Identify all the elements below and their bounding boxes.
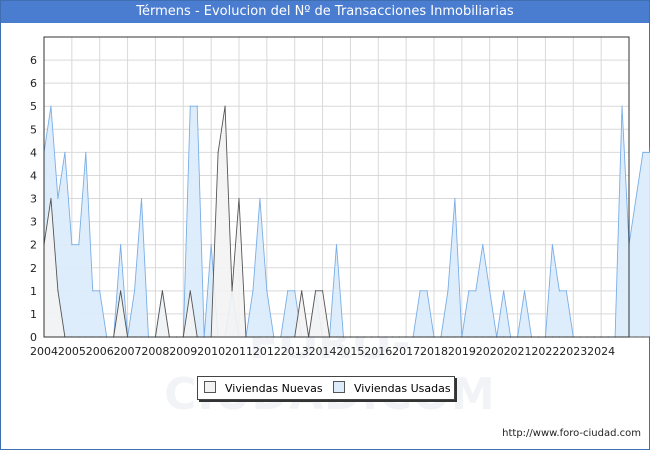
x-tick-label: 2013: [281, 345, 309, 358]
series-usadas-point: [468, 290, 470, 292]
series-usadas-point: [565, 290, 567, 292]
series-nuevas-point: [635, 336, 637, 338]
series-usadas-point: [558, 290, 560, 292]
series-usadas-point: [447, 290, 449, 292]
series-usadas-point: [252, 290, 254, 292]
series-nuevas-point: [57, 290, 59, 292]
series-usadas-point: [71, 244, 73, 246]
series-usadas-point: [99, 290, 101, 292]
x-tick-label: 2023: [559, 345, 587, 358]
series-usadas-point: [92, 290, 94, 292]
x-tick-label: 2014: [309, 345, 337, 358]
x-tick-label: 2019: [448, 345, 476, 358]
x-tick-label: 2007: [114, 345, 142, 358]
legend-swatch-usadas: [333, 381, 345, 393]
series-usadas-point: [294, 290, 296, 292]
y-tick-label: 2: [30, 239, 37, 252]
series-usadas-point: [85, 151, 87, 153]
series-nuevas-point: [231, 290, 233, 292]
y-tick-label: 4: [30, 169, 37, 182]
series-usadas-point: [621, 105, 623, 107]
series-usadas-point: [503, 290, 505, 292]
series-nuevas-point: [321, 290, 324, 292]
series-nuevas-point: [301, 290, 303, 292]
series-usadas-point: [189, 105, 191, 107]
series-usadas-point: [635, 197, 637, 200]
series-usadas-point: [210, 244, 212, 246]
x-tick-label: 2012: [253, 345, 281, 358]
legend-label-nuevas: Viviendas Nuevas: [225, 382, 323, 395]
y-tick-label: 3: [30, 193, 37, 206]
series-usadas-point: [50, 105, 52, 107]
series-usadas-point: [426, 290, 428, 292]
x-tick-label: 2015: [336, 345, 364, 358]
legend-swatch-nuevas: [204, 381, 216, 393]
series-nuevas-point: [238, 197, 240, 200]
series-nuevas-point: [161, 290, 163, 292]
y-tick-label: 1: [30, 285, 37, 298]
series-nuevas-point: [189, 290, 191, 292]
x-tick-label: 2020: [476, 345, 504, 358]
series-usadas-point: [57, 197, 59, 200]
series-nuevas-point: [50, 197, 52, 200]
series-usadas-point: [523, 290, 526, 292]
y-tick-label: 6: [30, 54, 37, 67]
series-usadas-point: [140, 197, 143, 200]
series-usadas-point: [266, 290, 268, 292]
chart-legend: Viviendas Nuevas Viviendas Usadas: [197, 376, 455, 400]
x-tick-label: 2016: [364, 345, 392, 358]
series-usadas-point: [454, 197, 456, 200]
series-nuevas-point: [224, 105, 226, 107]
series-usadas-point: [335, 244, 338, 246]
legend-label-usadas: Viviendas Usadas: [354, 382, 451, 395]
source-credit: http://www.foro-ciudad.com: [502, 428, 641, 439]
series-usadas-point: [419, 290, 421, 292]
y-tick-label: 2: [30, 262, 37, 275]
legend-item-usadas: Viviendas Usadas: [333, 381, 451, 395]
series-usadas-point: [551, 244, 553, 246]
x-tick-label: 2011: [225, 345, 253, 358]
series-usadas-point: [133, 290, 136, 292]
y-tick-label: 6: [30, 77, 37, 90]
x-tick-label: 2024: [587, 345, 615, 358]
legend-item-nuevas: Viviendas Nuevas: [204, 381, 323, 395]
y-tick-label: 3: [30, 216, 37, 229]
series-usadas-point: [259, 197, 261, 200]
y-tick-label: 5: [30, 123, 37, 136]
series-usadas-point: [120, 244, 122, 246]
series-nuevas-point: [217, 151, 219, 153]
series-nuevas-point: [642, 336, 644, 338]
x-tick-label: 2006: [86, 345, 114, 358]
x-tick-label: 2010: [197, 345, 225, 358]
series-usadas-point: [78, 244, 80, 246]
x-tick-label: 2004: [30, 345, 58, 358]
y-tick-label: 0: [30, 331, 37, 344]
x-tick-label: 2022: [531, 345, 559, 358]
x-tick-label: 2017: [392, 345, 420, 358]
x-tick-label: 2005: [58, 345, 86, 358]
series-nuevas-point: [120, 290, 122, 292]
series-nuevas-point: [315, 290, 317, 292]
y-tick-label: 1: [30, 308, 37, 321]
series-usadas-point: [287, 290, 289, 292]
series-usadas-point: [475, 290, 477, 292]
x-tick-label: 2021: [504, 345, 532, 358]
series-usadas-point: [196, 105, 198, 107]
x-tick-label: 2018: [420, 345, 448, 358]
series-usadas-point: [642, 151, 644, 153]
series-usadas-point: [64, 151, 66, 153]
series-usadas-point: [489, 290, 491, 292]
y-tick-label: 4: [30, 146, 37, 159]
x-tick-label: 2009: [169, 345, 197, 358]
y-tick-label: 5: [30, 100, 37, 113]
x-tick-label: 2008: [141, 345, 169, 358]
series-usadas-point: [482, 244, 484, 246]
